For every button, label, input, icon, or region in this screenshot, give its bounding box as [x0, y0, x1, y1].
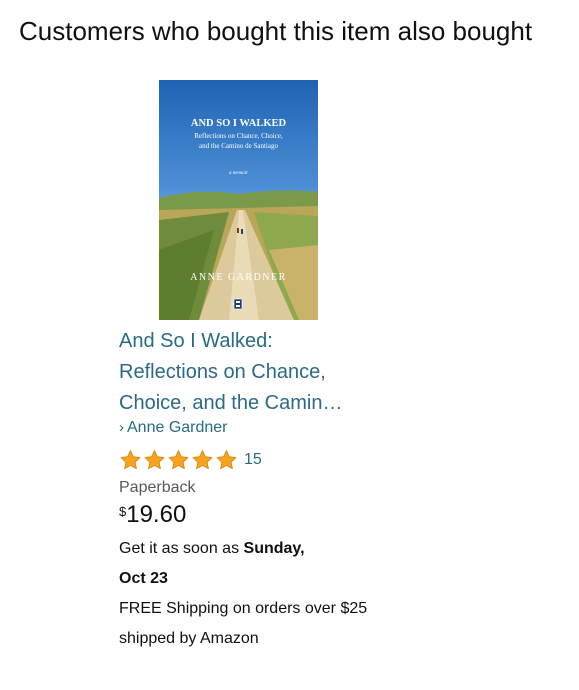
- star-icon: [168, 450, 189, 470]
- product-format: Paperback: [119, 479, 196, 496]
- delivery-estimate: Get it as soon as Sunday, Oct 23: [119, 534, 359, 594]
- delivery-date-day: Sunday,: [243, 540, 305, 557]
- rating-count-link[interactable]: 15: [244, 451, 262, 469]
- star-icon: [120, 450, 141, 470]
- product-price: $ 19.60: [119, 500, 186, 532]
- author-name: Anne Gardner: [127, 419, 228, 436]
- section-heading: Customers who bought this item also boug…: [19, 16, 533, 46]
- delivery-prefix: Get it as soon as: [119, 540, 240, 557]
- cover-subtitle-line2: and the Camino de Santiago: [199, 142, 278, 150]
- cover-author: ANNE GARDNER: [190, 272, 287, 283]
- chevron-right-icon: ›: [119, 419, 124, 436]
- shipping-info: FREE Shipping on orders over $25 shipped…: [119, 600, 368, 647]
- rating-stars: [119, 449, 238, 471]
- author-link[interactable]: › Anne Gardner: [119, 417, 228, 439]
- delivery-date: Oct 23: [119, 570, 168, 587]
- cover-title: AND SO I WALKED: [191, 118, 287, 129]
- product-title-link[interactable]: And So I Walked: Reflections on Chance, …: [119, 326, 369, 419]
- star-icon: [216, 450, 237, 470]
- price-currency-symbol: $: [119, 504, 127, 519]
- cover-subtitle-line1: Reflections on Chance, Choice,: [194, 132, 283, 140]
- cover-tagline: a memoir: [229, 171, 248, 176]
- publisher-logo-icon: [233, 298, 243, 310]
- star-icon: [192, 450, 213, 470]
- price-amount: 19.60: [126, 501, 187, 528]
- star-icon: [144, 450, 165, 470]
- star-rating[interactable]: 15: [119, 448, 262, 472]
- book-cover-image[interactable]: AND SO I WALKED Reflections on Chance, C…: [159, 80, 318, 320]
